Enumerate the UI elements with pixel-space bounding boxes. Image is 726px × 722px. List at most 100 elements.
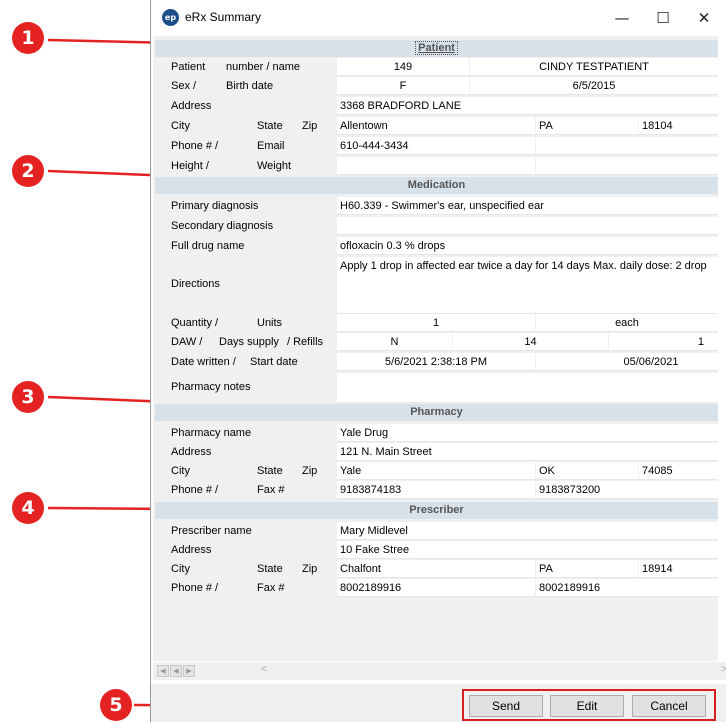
prescriber-phone-label: Phone # /: [171, 582, 219, 594]
prescriber-phone-value: 8002189916: [337, 579, 535, 597]
marker-3: 3: [12, 381, 44, 413]
patient-label: Patient: [171, 61, 206, 73]
cancel-button[interactable]: Cancel: [632, 695, 706, 717]
refills-value: 1: [609, 333, 718, 351]
marker-1: 1: [12, 22, 44, 54]
secondary-diagnosis-value: [337, 217, 718, 235]
medication-section-header: Medication: [155, 177, 718, 194]
marker-5: 5: [100, 689, 132, 721]
start-date-value: 05/06/2021: [536, 353, 718, 371]
patient-zip-label: Zip: [302, 120, 318, 132]
prescriber-address-label: Address: [171, 544, 212, 556]
summary-content: Patient Patient number / name 149 CINDY …: [153, 36, 718, 661]
directions-label: Directions: [171, 278, 220, 290]
window-title: eRx Summary: [185, 10, 262, 24]
pharmacy-zip-label: Zip: [302, 465, 318, 477]
pharmacy-address-label: Address: [171, 446, 212, 458]
pharmacy-phone-label: Phone # /: [171, 484, 219, 496]
birth-date-label: Birth date: [226, 80, 274, 92]
prescriber-address-value: 10 Fake Stree: [337, 541, 718, 559]
daw-value: N: [337, 333, 452, 351]
patient-section-header: Patient: [155, 40, 718, 57]
secondary-diagnosis-label: Secondary diagnosis: [171, 220, 274, 232]
patient-header-label: Patient: [415, 41, 458, 55]
pharmacy-notes-label: Pharmacy notes: [171, 381, 251, 393]
scroll-first-icon[interactable]: ◀: [157, 665, 169, 677]
patient-city-label: City: [171, 120, 190, 132]
patient-name-value: CINDY TESTPATIENT: [470, 58, 718, 76]
app-logo-icon: ep: [162, 9, 179, 26]
scroll-right-arrow-icon[interactable]: >: [721, 664, 726, 675]
send-button[interactable]: Send: [469, 695, 543, 717]
marker-2: 2: [12, 155, 44, 187]
maximize-icon[interactable]: ☐: [649, 6, 677, 30]
daw-label: DAW /: [171, 336, 203, 348]
prescriber-state-label: State: [257, 563, 283, 575]
erx-summary-window: ep eRx Summary — ☐ ✕ Patient Patient num…: [150, 0, 726, 722]
title-bar: ep eRx Summary — ☐ ✕: [151, 0, 726, 36]
refills-label: / Refills: [287, 336, 324, 348]
close-icon[interactable]: ✕: [690, 6, 718, 30]
scroll-left-arrow-icon[interactable]: <: [261, 664, 267, 675]
pharmacy-state-label: State: [257, 465, 283, 477]
patient-zip-value: 18104: [639, 117, 718, 135]
units-value: each: [536, 314, 718, 332]
prescriber-city-label: City: [171, 563, 190, 575]
number-name-label: number / name: [226, 61, 300, 73]
patient-phone-value: 610-444-3434: [337, 137, 535, 155]
height-value: [337, 157, 535, 175]
patient-state-value: PA: [536, 117, 638, 135]
button-highlight-box: Send Edit Cancel: [462, 689, 716, 721]
primary-diagnosis-label: Primary diagnosis: [171, 200, 259, 212]
directions-value: Apply 1 drop in affected ear twice a day…: [337, 257, 718, 314]
patient-address-label: Address: [171, 100, 212, 112]
date-written-value: 5/6/2021 2:38:18 PM: [337, 353, 535, 371]
start-date-label: Start date: [250, 356, 298, 368]
patient-address-value: 3368 BRADFORD LANE: [337, 97, 718, 115]
edit-button[interactable]: Edit: [550, 695, 624, 717]
date-written-label: Date written /: [171, 356, 236, 368]
pharmacy-fax-value: 9183873200: [536, 481, 718, 499]
prescriber-section-header: Prescriber: [155, 502, 718, 519]
horizontal-scrollbar[interactable]: ◀ ◀ ▶ < >: [153, 662, 726, 680]
days-supply-value: 14: [453, 333, 608, 351]
email-value: [536, 137, 718, 155]
weight-label: Weight: [257, 160, 292, 172]
pharmacy-state-value: OK: [536, 462, 638, 480]
quantity-label: Quantity /: [171, 317, 219, 329]
pharmacy-city-label: City: [171, 465, 190, 477]
quantity-value: 1: [337, 314, 535, 332]
pharmacy-city-value: Yale: [337, 462, 535, 480]
scroll-prev-icon[interactable]: ◀: [170, 665, 182, 677]
pharmacy-address-value: 121 N. Main Street: [337, 443, 718, 461]
patient-state-label: State: [257, 120, 283, 132]
pharmacy-fax-label: Fax #: [257, 484, 285, 496]
minimize-icon[interactable]: —: [608, 6, 636, 30]
patient-city-value: Allentown: [337, 117, 535, 135]
days-supply-label: Days supply: [219, 336, 279, 348]
pharmacy-zip-value: 74085: [639, 462, 718, 480]
birth-date-value: 6/5/2015: [470, 77, 718, 95]
patient-number-value: 149: [337, 58, 469, 76]
full-drug-name-label: Full drug name: [171, 240, 245, 252]
prescriber-city-value: Chalfont: [337, 560, 535, 578]
scroll-next-icon[interactable]: ▶: [183, 665, 195, 677]
prescriber-fax-value: 8002189916: [536, 579, 718, 597]
pharmacy-notes-value: [337, 373, 718, 403]
patient-phone-label: Phone # /: [171, 140, 219, 152]
primary-diagnosis-value: H60.339 - Swimmer's ear, unspecified ear: [337, 197, 718, 215]
dialog-footer: Send Edit Cancel: [151, 684, 726, 722]
pharmacy-phone-value: 9183874183: [337, 481, 535, 499]
prescriber-name-value: Mary Midlevel: [337, 522, 718, 540]
pharmacy-name-label: Pharmacy name: [171, 427, 252, 439]
prescriber-fax-label: Fax #: [257, 582, 285, 594]
prescriber-state-value: PA: [536, 560, 638, 578]
prescriber-name-label: Prescriber name: [171, 525, 252, 537]
sex-value: F: [337, 77, 469, 95]
prescriber-zip-value: 18914: [639, 560, 718, 578]
pharmacy-name-value: Yale Drug: [337, 424, 718, 442]
pharmacy-section-header: Pharmacy: [155, 404, 718, 421]
prescriber-zip-label: Zip: [302, 563, 318, 575]
full-drug-name-value: ofloxacin 0.3 % drops: [337, 237, 718, 255]
email-label: Email: [257, 140, 285, 152]
